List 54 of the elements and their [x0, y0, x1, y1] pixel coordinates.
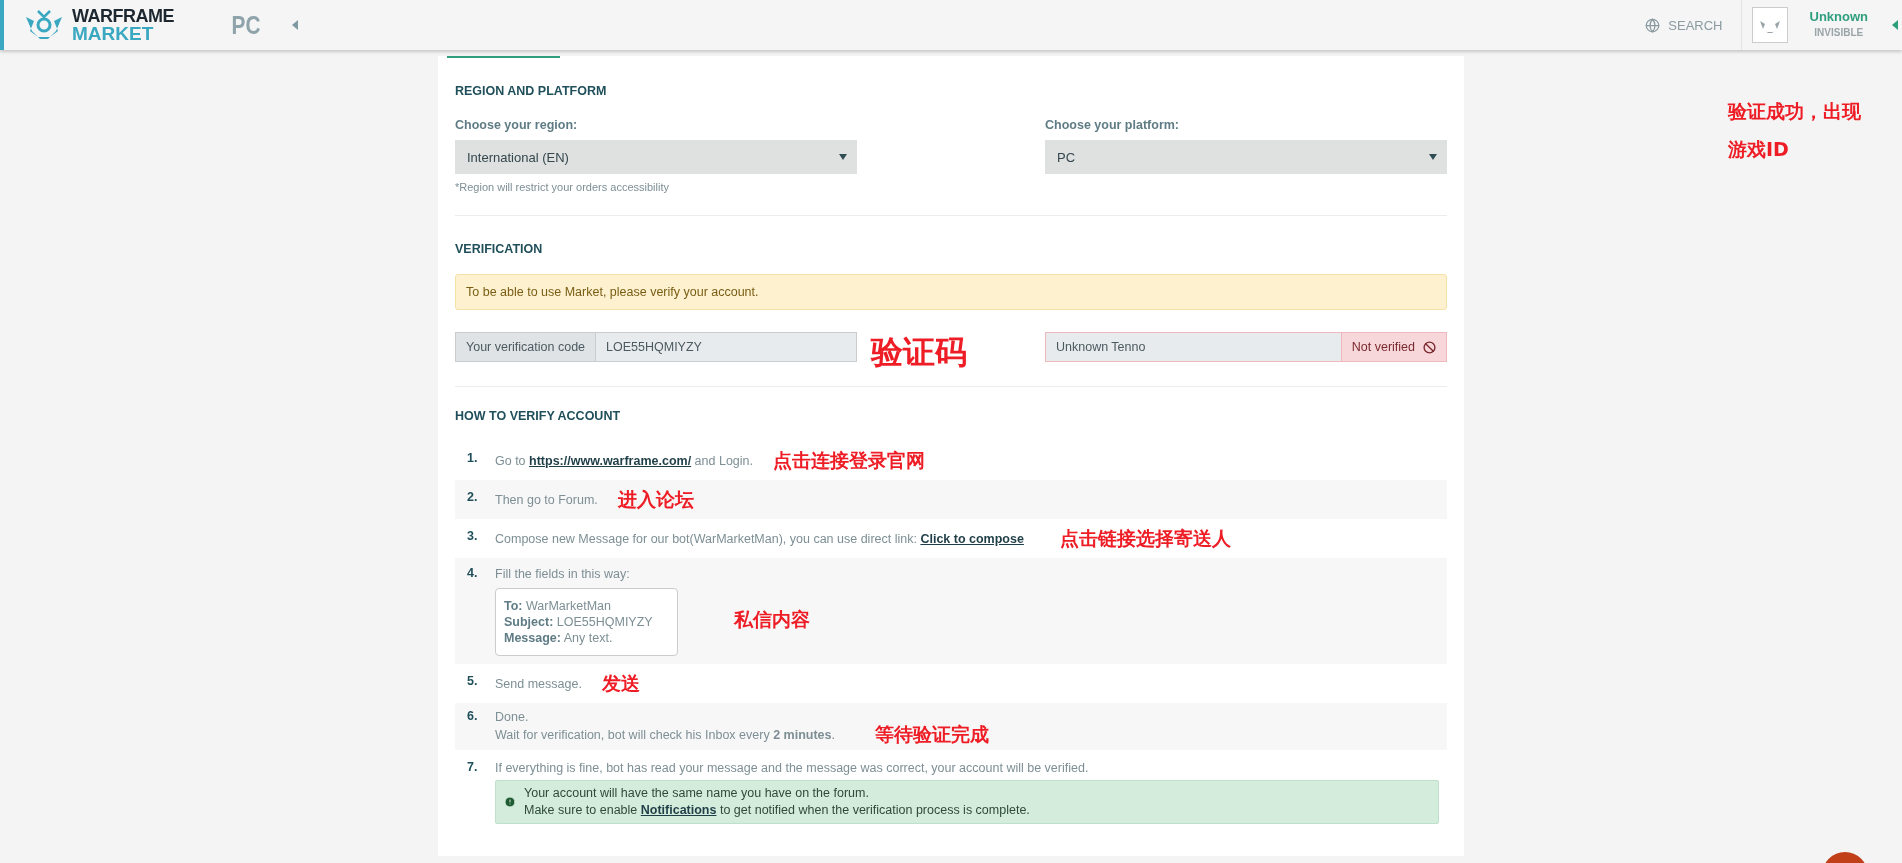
collapse-caret-icon[interactable] [292, 20, 299, 30]
annotation-text: 游戏ID [1728, 137, 1790, 162]
not-allowed-icon [1423, 340, 1436, 354]
step-text: Compose new Message for our bot(WarMarketMan), you can use direct link: Click to compose [495, 531, 1024, 546]
step-number: 5. [466, 674, 479, 690]
step-number: 6. [466, 709, 479, 725]
platform-select[interactable]: PC [1045, 140, 1447, 174]
verification-status: Not verified [1340, 332, 1447, 362]
user-avatar[interactable] [1751, 7, 1788, 43]
step-text: Fill the fields in this way: [495, 567, 630, 581]
caret-icon[interactable] [1892, 20, 1898, 30]
step-number: 4. [466, 566, 479, 582]
dropdown-caret-icon [839, 154, 847, 160]
annotation-text: 验证成功，出现 [1728, 99, 1861, 124]
link[interactable]: Click to compose [920, 531, 1024, 546]
step-text: Send message. [495, 676, 582, 691]
section-title: REGION AND PLATFORM [455, 84, 608, 98]
step-text: Wait for verification, bot will check his Inbox every 2 minutes. [495, 727, 835, 742]
annotation-text: 点击连接登录官网 [773, 451, 925, 470]
message-template-box: To: WarMarketMan Subject: LOE55HQMIYZY Message: Any text. [495, 588, 678, 656]
field-label: Your verification code [455, 332, 597, 362]
step-text: Done. [495, 710, 529, 724]
logo-text: WARFRAME [72, 7, 174, 25]
annotation-text: 验证码 [871, 333, 967, 371]
link[interactable]: Notifications [640, 803, 717, 817]
annotation-text: 点击链接选择寄送人 [1059, 529, 1231, 548]
exclamation-icon [504, 796, 516, 808]
annotation-text: 发送 [601, 674, 640, 693]
help-text: *Region will restrict your orders accessibility [455, 181, 670, 193]
field-label: Choose your region: [455, 118, 579, 132]
verification-code-field[interactable]: LOE55HQMIYZY [596, 332, 857, 362]
field-label: Choose your platform: [1045, 118, 1181, 132]
step-number: 1. [466, 451, 479, 467]
logo-text: MARKET [72, 25, 155, 43]
step-number: 3. [466, 529, 479, 545]
step-number: 2. [466, 490, 479, 506]
user-status: INVISIBLE [1814, 26, 1864, 40]
step-text: Then go to Forum. [495, 492, 598, 507]
annotation-text: 私信内容 [734, 609, 810, 629]
link[interactable]: https://www.warframe.com/ [529, 453, 692, 468]
annotation-text: 等待验证完成 [874, 725, 989, 744]
info-text: Your account will have the same name you have on the forum. [524, 785, 870, 802]
section-title: VERIFICATION [455, 242, 544, 256]
account-name-field[interactable]: Unknown Tenno [1045, 332, 1341, 362]
warning-alert: To be able to use Market, please verify your account. [455, 274, 1447, 310]
step-text: If everything is fine, bot has read your message and the message was correct, your account will be verified. [495, 761, 1089, 775]
dropdown-caret-icon [1429, 154, 1437, 160]
section-title: HOW TO VERIFY ACCOUNT [455, 409, 622, 423]
annotation-text: 进入论坛 [617, 490, 694, 509]
step-number: 7. [466, 760, 479, 776]
info-text: Make sure to enable Notifications to get notified when the verification process is complete. [524, 802, 1030, 819]
globe-icon [1645, 17, 1661, 33]
step-text: Go to https://www.warframe.com/ and Login. [495, 453, 753, 468]
region-select[interactable]: International (EN) [455, 140, 857, 174]
